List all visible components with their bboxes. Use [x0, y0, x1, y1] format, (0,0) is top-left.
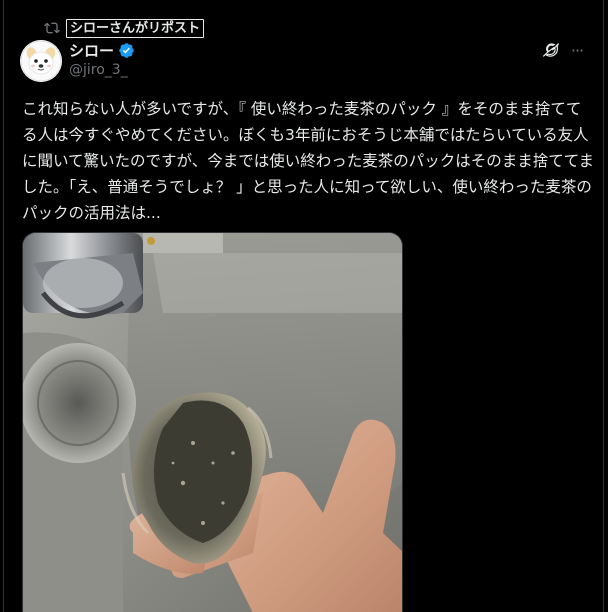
repost-indicator[interactable]: シローさんがリポスト	[44, 17, 205, 39]
repost-label[interactable]: シローさんがリポスト	[66, 18, 205, 38]
verified-badge-icon[interactable]	[118, 42, 135, 59]
repost-icon	[44, 20, 60, 36]
more-options-button[interactable]: ···	[566, 40, 588, 60]
post-photo[interactable]	[22, 232, 403, 612]
post-text: これ知らない人が多いですが、『 使い終わった麦茶のパック 』をそのまま捨ててる人…	[22, 100, 594, 222]
display-name-row[interactable]: シロー	[69, 40, 135, 60]
grok-icon[interactable]	[540, 40, 560, 60]
user-handle[interactable]: @jiro_3_	[69, 62, 128, 78]
dog-avatar[interactable]	[20, 40, 62, 82]
photo-used-tea-bag	[23, 233, 402, 612]
display-name[interactable]: シロー	[69, 40, 114, 61]
